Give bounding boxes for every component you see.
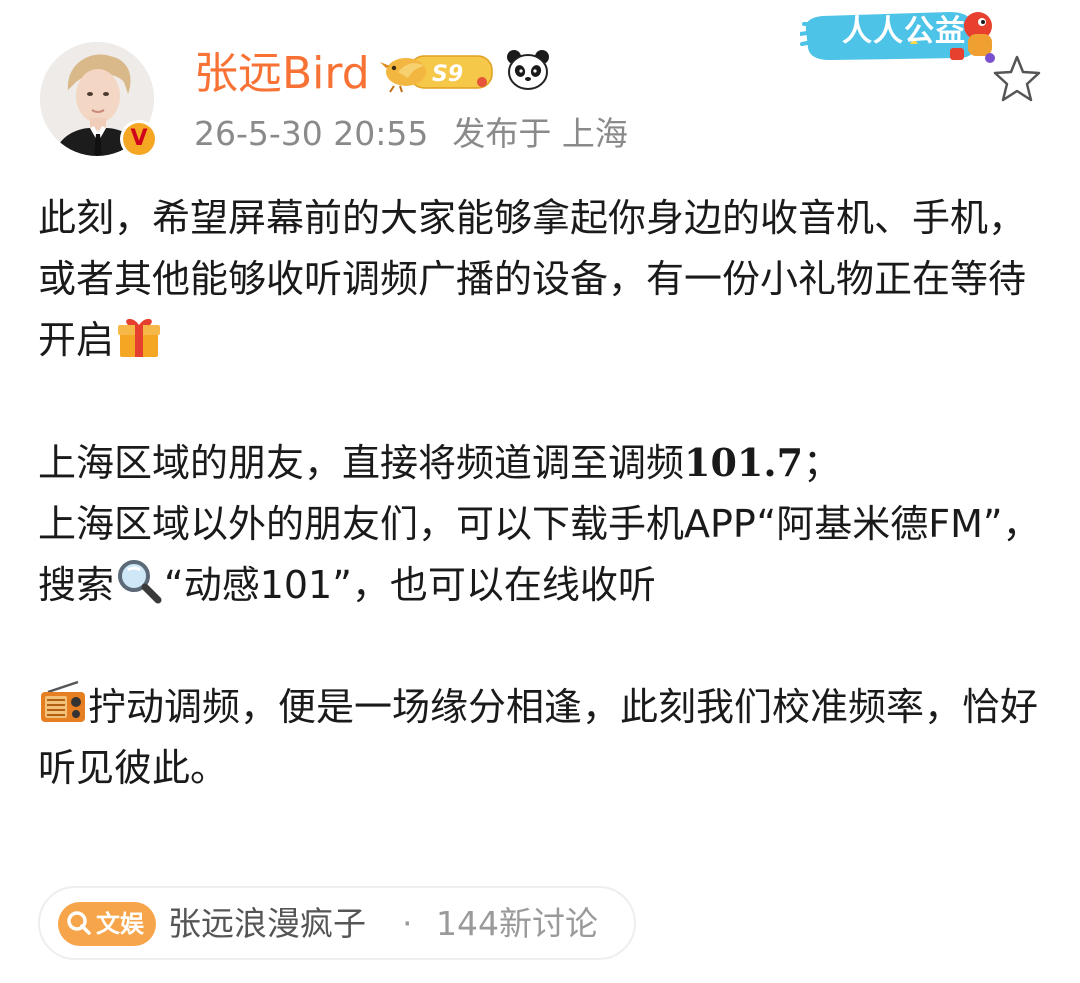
post-paragraph-2: 上海区域的朋友，直接将频道调至调频101.7； 上海区域以外的朋友们，可以下载手机… <box>38 432 1042 616</box>
frequency-number: 101.7 <box>684 440 804 485</box>
paragraph-2-line-1-suffix: ； <box>803 441 842 485</box>
post-body: 此刻，希望屏幕前的大家能够拿起你身边的收音机、手机，或者其他能够收听调频广播的设… <box>38 188 1042 799</box>
topic-discussion-count: 144新讨论 <box>436 904 598 943</box>
post-time: 26-5-30 20:55 <box>194 114 429 153</box>
gift-emoji-icon <box>118 318 161 357</box>
verified-icon: V <box>123 123 155 155</box>
weibo-post-card: V 张远Bird S9 26-5-30 20:55 发布于 上海 人人公益 此刻… <box>0 0 1080 983</box>
search-q-icon <box>67 911 91 935</box>
topic-separator: · <box>402 904 413 943</box>
post-meta: 26-5-30 20:55 发布于 上海 <box>194 112 628 156</box>
topic-category-tag: 文娱 <box>58 902 156 946</box>
paragraph-2-line-2-b: “动感101”，也可以在线收听 <box>164 563 656 607</box>
magnifier-emoji-icon <box>118 560 162 604</box>
author-name[interactable]: 张远Bird <box>194 46 370 102</box>
topic-name: 张远浪漫疯子 <box>168 904 366 943</box>
paragraph-3-text: 拧动调频，便是一场缘分相逢，此刻我们校准频率，恰好听见彼此。 <box>38 685 1039 790</box>
paragraph-2-line-1-prefix: 上海区域的朋友，直接将频道调至调频 <box>38 441 685 485</box>
post-paragraph-1: 此刻，希望屏幕前的大家能够拿起你身边的收音机、手机，或者其他能够收听调频广播的设… <box>38 188 1042 371</box>
favorite-button[interactable] <box>990 52 1044 106</box>
panda-icon[interactable] <box>505 48 551 92</box>
radio-emoji-icon <box>41 680 85 722</box>
bird-level-icon: S9 <box>380 55 493 93</box>
paragraph-1-text: 此刻，希望屏幕前的大家能够拿起你身边的收音机、手机，或者其他能够收听调频广播的设… <box>38 196 1027 362</box>
post-location: 发布于 上海 <box>452 114 628 153</box>
post-paragraph-3: 拧动调频，便是一场缘分相逢，此刻我们校准频率，恰好听见彼此。 <box>38 677 1042 799</box>
user-level-badge[interactable]: S9 <box>380 50 494 94</box>
topic-category-label: 文娱 <box>96 910 144 938</box>
level-text: S9 <box>432 62 463 87</box>
topic-pill[interactable]: 文娱 张远浪漫疯子 · 144新讨论 <box>38 886 636 960</box>
star-outline-icon <box>993 55 1041 102</box>
verified-badge: V <box>120 120 158 158</box>
campaign-badge-label: 人人公益 <box>842 14 966 49</box>
